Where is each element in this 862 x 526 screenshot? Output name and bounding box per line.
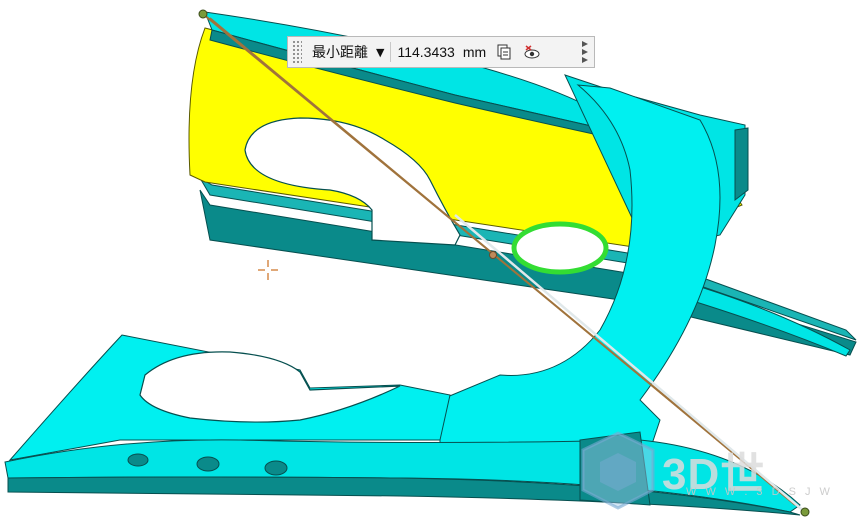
toolbar-expand[interactable] (582, 41, 590, 63)
lower-part[interactable] (4, 334, 801, 516)
chevron-right-icon (582, 41, 588, 47)
lower-right-block (579, 431, 651, 506)
toolbar-divider (390, 42, 392, 62)
measurement-unit: mm (462, 44, 487, 60)
cad-viewport[interactable] (0, 0, 862, 526)
mount-hole-1 (127, 453, 149, 467)
chevron-right-icon (582, 49, 588, 55)
mount-hole-3 (264, 460, 288, 476)
crosshair-cursor-icon (258, 260, 278, 280)
measure-endpoint-start[interactable] (198, 9, 208, 19)
measurement-toolbar[interactable]: 最小距離 ▼ 114.3433 mm (287, 36, 595, 68)
measurement-value: 114.3433 (397, 44, 455, 60)
copy-measurement-icon[interactable] (494, 42, 514, 62)
arc-bracket-side (734, 127, 749, 202)
chevron-right-icon (582, 57, 588, 63)
measure-endpoint-end[interactable] (800, 507, 810, 517)
measure-midpoint[interactable] (489, 251, 497, 259)
drag-handle[interactable] (292, 40, 302, 64)
highlighted-slot[interactable] (511, 221, 609, 275)
mount-hole-2 (196, 456, 220, 472)
measurement-type-label: 最小距離 (312, 45, 368, 61)
visibility-icon[interactable] (522, 42, 542, 62)
measurement-type-dropdown[interactable]: ▼ (376, 46, 384, 59)
